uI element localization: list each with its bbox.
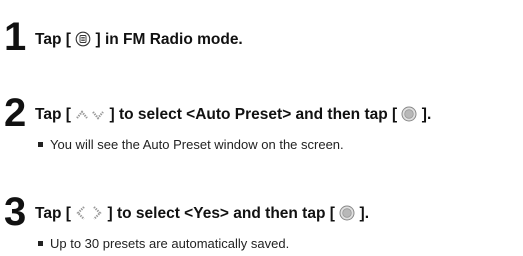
select-button-icon bbox=[339, 205, 355, 221]
menu-icon bbox=[75, 31, 91, 47]
step-note: Up to 30 presets are automatically saved… bbox=[38, 236, 289, 252]
select-button-icon bbox=[401, 106, 417, 122]
step-number: 3 bbox=[4, 190, 27, 234]
up-down-arrows-icon bbox=[75, 108, 105, 122]
step-number: 1 bbox=[4, 15, 27, 59]
step-note: You will see the Auto Preset window on t… bbox=[38, 137, 344, 153]
bullet-icon bbox=[38, 142, 43, 147]
step-number: 2 bbox=[4, 91, 27, 135]
bullet-icon bbox=[38, 241, 43, 246]
left-right-arrows-icon bbox=[75, 205, 103, 221]
step-instruction: Tap [ ] to select <Auto Preset> and then… bbox=[35, 106, 432, 123]
step-instruction: Tap [ ] in FM Radio mode. bbox=[35, 31, 243, 48]
step-instruction: Tap [ ] to select <Yes> and then tap [ ]… bbox=[35, 205, 369, 222]
